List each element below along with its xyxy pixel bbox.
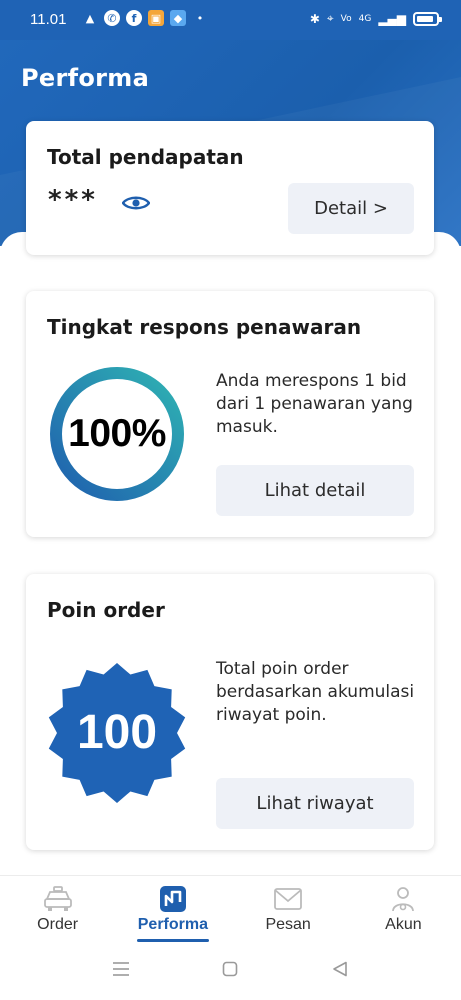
nav-item-pesan[interactable]: Pesan <box>231 876 346 945</box>
view-detail-button[interactable]: Lihat detail <box>216 465 414 516</box>
app-notification-icon: ▣ <box>148 10 164 26</box>
response-description: Anda merespons 1 bid dari 1 penawaran ya… <box>216 371 413 437</box>
nav-label-akun: Akun <box>385 916 422 933</box>
order-points-card: Poin order 100 Total poin order berdasar… <box>26 574 434 850</box>
system-navigation-bar <box>0 945 461 1000</box>
home-icon[interactable] <box>222 961 238 977</box>
status-bar: 11.01 ▲ ✆ f ▣ ◆ • ✱ ⌖ Vo 4G ▂▄▆ <box>0 0 461 40</box>
income-card-title: Total pendapatan <box>47 145 244 169</box>
points-description: Total poin order berdasarkan akumulasi r… <box>216 659 415 725</box>
battery-icon <box>413 11 442 26</box>
nav-label-order: Order <box>37 916 79 933</box>
navigation-arrow-icon: ▲ <box>85 11 95 25</box>
volte-icon: Vo <box>340 13 352 24</box>
nav-item-performa[interactable]: Performa <box>115 876 230 945</box>
mail-icon <box>274 888 303 910</box>
facebook-icon: f <box>126 10 142 26</box>
account-icon <box>392 887 415 912</box>
active-tab-indicator <box>136 939 209 942</box>
app-notification-icon-2: ◆ <box>170 10 186 26</box>
points-card-title: Poin order <box>47 598 165 622</box>
location-icon: ⌖ <box>326 11 334 25</box>
response-rate-card: Tingkat respons penawaran 100% Anda mere… <box>26 291 434 537</box>
view-history-button[interactable]: Lihat riwayat <box>216 778 414 829</box>
page-title: Performa <box>21 64 150 92</box>
response-card-title: Tingkat respons penawaran <box>47 315 362 339</box>
nav-label-performa: Performa <box>137 916 208 933</box>
bluetooth-icon: ✱ <box>309 11 320 26</box>
nav-item-order[interactable]: Order <box>0 876 115 945</box>
nav-label-pesan: Pesan <box>265 916 311 933</box>
bottom-navigation: Order Performa Pesan Akun <box>0 875 461 945</box>
detail-button[interactable]: Detail > <box>288 183 414 234</box>
nav-item-akun[interactable]: Akun <box>346 876 461 945</box>
more-notifications-dot-icon: • <box>196 11 204 25</box>
recent-apps-icon[interactable] <box>112 961 130 977</box>
response-rate-value: 100% <box>68 412 166 455</box>
status-time: 11.01 <box>30 11 67 28</box>
system-status-icons: ✱ ⌖ Vo 4G ▂▄▆ <box>309 11 442 26</box>
back-icon[interactable] <box>332 961 348 977</box>
eye-icon[interactable] <box>122 195 150 211</box>
signal-icon: ▂▄▆ <box>378 11 406 26</box>
performance-icon <box>159 886 186 912</box>
network-type-icon: 4G <box>358 13 372 24</box>
notification-icons: ▲ ✆ f ▣ ◆ • <box>82 10 208 26</box>
hidden-income-value: *** <box>48 185 98 215</box>
car-icon <box>43 886 72 911</box>
income-card: Total pendapatan *** Detail > <box>26 121 434 255</box>
whatsapp-icon: ✆ <box>104 10 120 26</box>
points-value: 100 <box>76 706 158 759</box>
